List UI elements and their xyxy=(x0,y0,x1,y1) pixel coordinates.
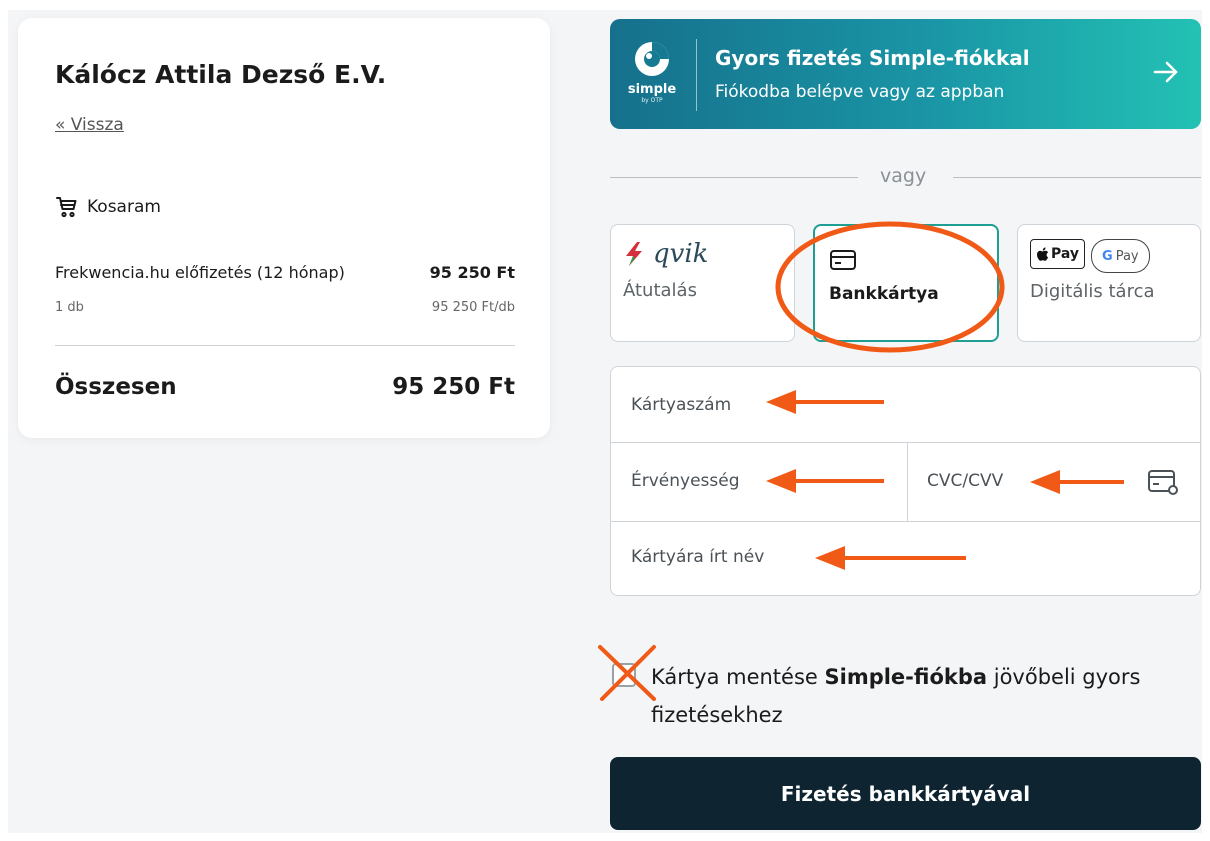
or-divider-line-right xyxy=(953,177,1201,178)
google-pay-text: Pay xyxy=(1115,248,1139,264)
shopping-cart-icon xyxy=(56,197,77,218)
card-details-form: Kártyaszám Érvényesség CVC/CVV Kártyára … xyxy=(610,366,1201,596)
payment-method-qvik[interactable]: qvik Átutalás xyxy=(610,224,795,342)
item-unit-price: 95 250 Ft/db xyxy=(431,300,515,315)
item-quantity: 1 db xyxy=(55,300,84,315)
apple-icon xyxy=(1037,246,1049,261)
card-cvc-icon xyxy=(1148,470,1178,495)
google-pay-badge: G Pay xyxy=(1091,239,1150,273)
payment-method-wallet[interactable]: Pay G Pay Digitális tárca xyxy=(1017,224,1201,342)
or-divider-text: vagy xyxy=(880,165,927,187)
payment-method-card[interactable]: Bankkártya xyxy=(813,224,999,342)
item-price: 95 250 Ft xyxy=(429,263,515,282)
save-card-label: Kártya mentése Simple-fiókba jövőbeli gy… xyxy=(651,658,1191,734)
expiry-input[interactable]: Érvényesség xyxy=(631,471,740,491)
total-value: 95 250 Ft xyxy=(392,374,515,400)
qvik-logo-text: qvik xyxy=(653,239,709,269)
or-divider-line-left xyxy=(610,177,858,178)
back-link[interactable]: « Vissza xyxy=(55,115,124,135)
form-row-separator xyxy=(611,521,1200,522)
qvik-label: Átutalás xyxy=(623,280,697,301)
card-number-input[interactable]: Kártyaszám xyxy=(631,395,731,415)
save-card-checkbox[interactable] xyxy=(612,663,636,687)
form-row-separator xyxy=(611,442,1200,443)
simple-logo: simple by OTP xyxy=(622,39,682,111)
save-card-text-bold: Simple-fiókba xyxy=(824,665,988,689)
cart-heading: Kosaram xyxy=(55,195,161,219)
form-column-separator xyxy=(907,442,908,521)
credit-card-icon xyxy=(830,250,856,270)
item-name: Frekwencia.hu előfizetés (12 hónap) xyxy=(55,263,345,282)
summary-divider xyxy=(55,345,515,346)
cart-label: Kosaram xyxy=(87,197,161,217)
bottom-margin xyxy=(0,833,1210,841)
cardholder-name-input[interactable]: Kártyára írt név xyxy=(631,547,764,567)
total-label: Összesen xyxy=(55,374,177,400)
merchant-name: Kálócz Attila Dezső E.V. xyxy=(55,60,387,89)
cvc-input[interactable]: CVC/CVV xyxy=(927,471,1003,491)
apple-pay-text: Pay xyxy=(1051,246,1080,262)
top-margin xyxy=(0,0,1210,10)
banner-subtitle: Fiókodba belépve vagy az appban xyxy=(715,82,1005,102)
simple-account-banner[interactable]: simple by OTP Gyors fizetés Simple-fiókk… xyxy=(610,19,1201,129)
simple-logo-subtext: by OTP xyxy=(641,97,663,104)
arrow-right-icon xyxy=(1153,61,1178,83)
simple-logo-text: simple xyxy=(627,82,677,97)
wallet-label: Digitális tárca xyxy=(1030,281,1155,302)
banner-title: Gyors fizetés Simple-fiókkal xyxy=(715,46,1030,70)
qvik-logo: qvik xyxy=(623,239,708,269)
right-margin xyxy=(1202,0,1210,841)
google-g-icon: G xyxy=(1102,248,1113,264)
save-card-text-prefix: Kártya mentése xyxy=(651,665,825,689)
wallet-badges: Pay G Pay xyxy=(1030,239,1150,273)
pay-with-card-button[interactable]: Fizetés bankkártyával xyxy=(610,757,1201,830)
simple-logo-icon xyxy=(635,42,669,76)
left-margin xyxy=(0,0,8,841)
order-summary-card: Kálócz Attila Dezső E.V. « Vissza Kosara… xyxy=(18,18,550,438)
banner-separator xyxy=(696,39,697,111)
card-label: Bankkártya xyxy=(829,284,939,304)
apple-pay-badge: Pay xyxy=(1030,239,1086,269)
qvik-bolt-icon xyxy=(626,242,642,266)
